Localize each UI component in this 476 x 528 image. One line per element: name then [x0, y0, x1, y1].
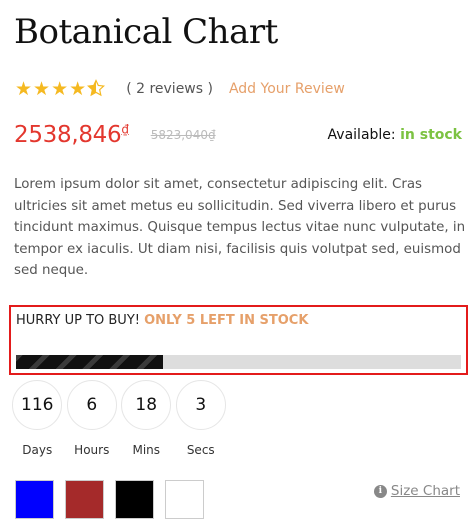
- countdown-value: 18: [121, 380, 172, 430]
- star-icon: ★: [69, 77, 87, 100]
- countdown-label: Secs: [186, 443, 215, 457]
- product-description: Lorem ipsum dolor sit amet, consectetur …: [14, 177, 466, 278]
- countdown-unit: 3 Secs: [174, 380, 229, 457]
- old-price: 5823,040₫: [150, 128, 216, 142]
- rating-row: ★ ★ ★ ★ ( 2 reviews ) Add Your Review: [15, 78, 345, 100]
- color-swatch-white[interactable]: [165, 480, 204, 519]
- reviews-count[interactable]: ( 2 reviews ): [126, 81, 213, 97]
- availability: Available: in stock: [328, 127, 462, 143]
- stock-alert-highlight: ONLY 5 LEFT IN STOCK: [144, 313, 309, 328]
- countdown-timer: 116 Days 6 Hours 18 Mins 3 Secs: [10, 380, 228, 457]
- color-swatch-blue[interactable]: [15, 480, 54, 519]
- price-value: 2538,846: [14, 122, 122, 148]
- star-icon: ★: [15, 77, 33, 100]
- stock-progress-fill: [16, 355, 163, 369]
- star-half-icon: [87, 79, 106, 99]
- stock-alert-box: HURRY UP TO BUY! ONLY 5 LEFT IN STOCK: [9, 305, 468, 375]
- info-icon: i: [373, 484, 387, 498]
- product-title: Botanical Chart: [14, 12, 278, 52]
- color-swatch-red[interactable]: [65, 480, 104, 519]
- rating-stars: ★ ★ ★ ★: [15, 79, 106, 99]
- currency-symbol: ₫: [121, 122, 129, 137]
- countdown-label: Days: [22, 443, 53, 457]
- current-price: 2538,846₫: [14, 122, 129, 148]
- size-chart-link[interactable]: i Size Chart: [373, 483, 460, 499]
- countdown-value: 116: [12, 380, 63, 430]
- countdown-unit: 18 Mins: [119, 380, 174, 457]
- countdown-unit: 6 Hours: [65, 380, 120, 457]
- star-icon: ★: [51, 77, 69, 100]
- color-swatches: [15, 480, 215, 519]
- stock-status: in stock: [400, 127, 462, 143]
- countdown-unit: 116 Days: [10, 380, 65, 457]
- price-row: 2538,846₫ 5823,040₫ Available: in stock: [14, 118, 462, 152]
- add-review-link[interactable]: Add Your Review: [229, 81, 345, 97]
- countdown-value: 6: [66, 380, 117, 430]
- size-chart-label: Size Chart: [390, 483, 460, 499]
- countdown-label: Mins: [132, 443, 161, 457]
- stock-alert-text: HURRY UP TO BUY! ONLY 5 LEFT IN STOCK: [16, 313, 308, 328]
- countdown-value: 3: [175, 380, 226, 430]
- star-icon: ★: [33, 77, 51, 100]
- countdown-label: Hours: [74, 443, 110, 457]
- stock-alert-prefix: HURRY UP TO BUY!: [16, 313, 140, 328]
- availability-label: Available:: [327, 127, 396, 143]
- color-swatch-black[interactable]: [115, 480, 154, 519]
- stock-progress-bar: [16, 355, 461, 369]
